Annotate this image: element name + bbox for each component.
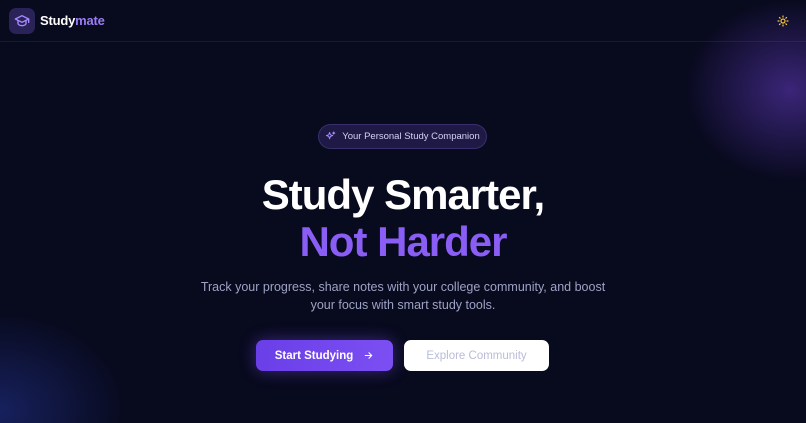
landing-page: Studymate Your Personal Study Companion … [0,0,806,423]
brand-part-mate: mate [75,13,105,28]
hero-subtitle-line1: Track your progress, share notes with yo… [200,280,606,294]
explore-community-label: Explore Community [426,349,527,362]
brand-name[interactable]: Studymate [40,13,105,28]
top-navbar: Studymate [0,0,806,42]
graduation-cap-icon [14,15,30,27]
arrow-right-icon [365,352,373,359]
logo[interactable] [9,8,35,34]
explore-community-button[interactable]: Explore Community [404,340,549,371]
sun-icon [777,15,789,27]
hero-title-line2: Not Harder [299,218,507,265]
sparkles-icon [326,131,336,140]
hero-subtitle: Track your progress, share notes with yo… [170,278,636,314]
hero-title-line1: Study Smarter, [261,171,545,218]
start-studying-label: Start Studying [274,349,354,362]
theme-toggle-button[interactable] [775,13,791,29]
brand-part-study: Study [40,13,76,28]
badge-text: Your Personal Study Companion [342,131,480,142]
hero-subtitle-line2: your focus with smart study tools. [310,298,496,312]
start-studying-button[interactable]: Start Studying [256,340,393,371]
hero-badge: Your Personal Study Companion [318,124,487,149]
